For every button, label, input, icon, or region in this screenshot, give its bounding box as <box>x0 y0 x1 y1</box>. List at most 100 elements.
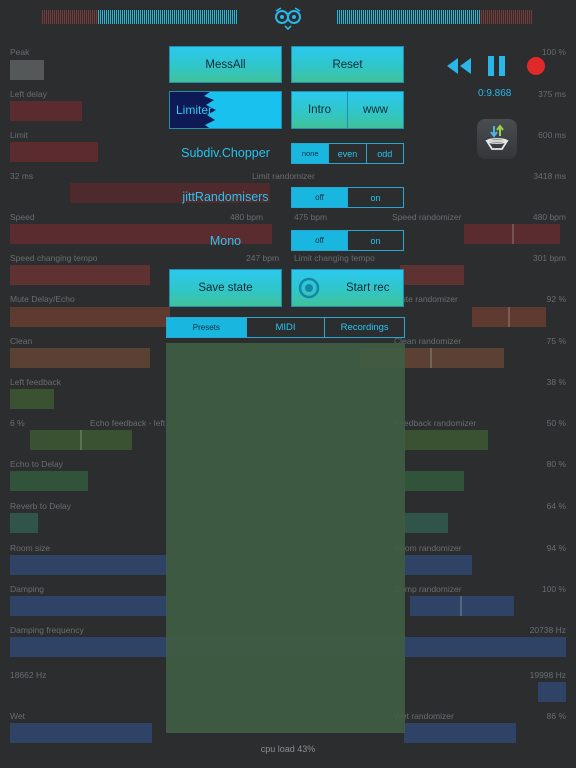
meter-tick <box>222 10 223 24</box>
reverb-to-delay-random-slider[interactable] <box>404 513 448 533</box>
record-icon[interactable] <box>526 56 546 76</box>
clean-slider[interactable] <box>10 348 150 368</box>
meter-tick <box>469 10 470 24</box>
subdiv-option-even[interactable]: even <box>328 144 365 163</box>
meter-tick <box>405 10 406 24</box>
meter-tick <box>521 10 522 24</box>
feedback-random-slider[interactable] <box>404 430 488 450</box>
messall-button[interactable]: MessAll <box>169 46 282 83</box>
meter-tick <box>180 10 181 24</box>
meter-tick <box>467 10 468 24</box>
jitt-randomisers-toggle[interactable]: off on <box>291 187 404 208</box>
meter-tick <box>445 10 446 24</box>
meter-tick <box>347 10 348 24</box>
meter-tick <box>499 10 500 24</box>
mono-toggle[interactable]: off on <box>291 230 404 251</box>
slider-thumb[interactable] <box>460 596 462 616</box>
echo-to-delay-slider[interactable] <box>10 471 88 491</box>
meter-tick <box>421 10 422 24</box>
meter-tick <box>148 10 149 24</box>
start-rec-button[interactable]: Start rec <box>291 269 404 307</box>
meter-tick <box>401 10 402 24</box>
intro-button[interactable]: Intro <box>291 91 348 129</box>
meter-tick <box>132 10 133 24</box>
meter-tick <box>513 10 514 24</box>
damping-frequency-range-slider[interactable] <box>538 682 566 702</box>
transport-time: 0:9.868 <box>478 88 512 99</box>
meter-tick <box>385 10 386 24</box>
meter-tick <box>72 10 73 24</box>
jitt-option-on[interactable]: on <box>347 188 403 207</box>
left-feedback-slider[interactable] <box>10 389 54 409</box>
meter-tick <box>192 10 193 24</box>
meter-tick <box>531 10 532 24</box>
limiter-button[interactable]: Limiter <box>169 91 282 129</box>
echo-to-delay-random-slider[interactable] <box>404 471 464 491</box>
slider-thumb[interactable] <box>508 307 510 327</box>
pause-icon[interactable] <box>487 55 507 77</box>
slider-thumb[interactable] <box>430 348 432 368</box>
meter-tick <box>415 10 416 24</box>
meter-tick <box>507 10 508 24</box>
tab-midi[interactable]: MIDI <box>245 318 325 337</box>
meter-tick <box>118 10 119 24</box>
meter-tick <box>194 10 195 24</box>
meter-tick <box>411 10 412 24</box>
jitt-option-off[interactable]: off <box>292 188 347 207</box>
meter-tick <box>349 10 350 24</box>
meter-tick <box>431 10 432 24</box>
subdiv-option-odd[interactable]: odd <box>365 144 403 163</box>
room-size-slider[interactable] <box>10 555 166 575</box>
limit-slider[interactable] <box>10 142 98 162</box>
tab-recordings[interactable]: Recordings <box>324 318 404 337</box>
param-label: Limit randomizer <box>252 171 315 181</box>
meter-tick <box>98 10 99 24</box>
meter-tick <box>220 10 221 24</box>
meter-tick <box>339 10 340 24</box>
param-label: Left feedback <box>10 377 62 387</box>
www-button[interactable]: www <box>347 91 404 129</box>
damping-slider[interactable] <box>10 596 166 616</box>
meter-tick <box>369 10 370 24</box>
meter-tick <box>337 10 338 24</box>
presets-list[interactable] <box>166 343 405 733</box>
tab-presets[interactable]: Presets <box>167 318 246 337</box>
meter-tick <box>204 10 205 24</box>
slider-thumb[interactable] <box>80 430 82 450</box>
reset-button[interactable]: Reset <box>291 46 404 83</box>
meter-tick <box>403 10 404 24</box>
owl-logo-icon[interactable] <box>273 6 303 31</box>
room-random-slider[interactable] <box>404 555 472 575</box>
speaker-switch-app-icon[interactable] <box>477 119 517 159</box>
wet-random-slider[interactable] <box>404 723 516 743</box>
mono-option-on[interactable]: on <box>347 231 403 250</box>
reverb-to-delay-slider[interactable] <box>10 513 38 533</box>
param-label: Left delay <box>10 89 47 99</box>
meter-tick <box>114 10 115 24</box>
meter-tick <box>136 10 137 24</box>
param-label: Peak <box>10 47 30 57</box>
peak-slider[interactable] <box>10 60 44 80</box>
subdiv-option-none[interactable]: none <box>292 144 329 163</box>
meter-tick <box>110 10 111 24</box>
limit-tempo-slider[interactable] <box>400 265 464 285</box>
wet-slider[interactable] <box>10 723 152 743</box>
meter-tick <box>525 10 526 24</box>
meter-tick <box>463 10 464 24</box>
slider-thumb[interactable] <box>512 224 514 244</box>
speed-tempo-slider[interactable] <box>10 265 150 285</box>
rewind-icon[interactable] <box>446 56 472 76</box>
mono-option-off[interactable]: off <box>292 231 347 250</box>
meter-tick <box>471 10 472 24</box>
damp-random-slider[interactable] <box>410 596 514 616</box>
meter-tick <box>58 10 59 24</box>
mute-slider[interactable] <box>10 307 170 327</box>
meter-tick <box>479 10 480 24</box>
left-level-meter <box>42 10 239 24</box>
meter-tick <box>140 10 141 24</box>
subdiv-chopper-selector[interactable]: none even odd <box>291 143 404 164</box>
meter-tick <box>216 10 217 24</box>
meter-tick <box>427 10 428 24</box>
save-state-button[interactable]: Save state <box>169 269 282 307</box>
left-delay-slider[interactable] <box>10 101 82 121</box>
